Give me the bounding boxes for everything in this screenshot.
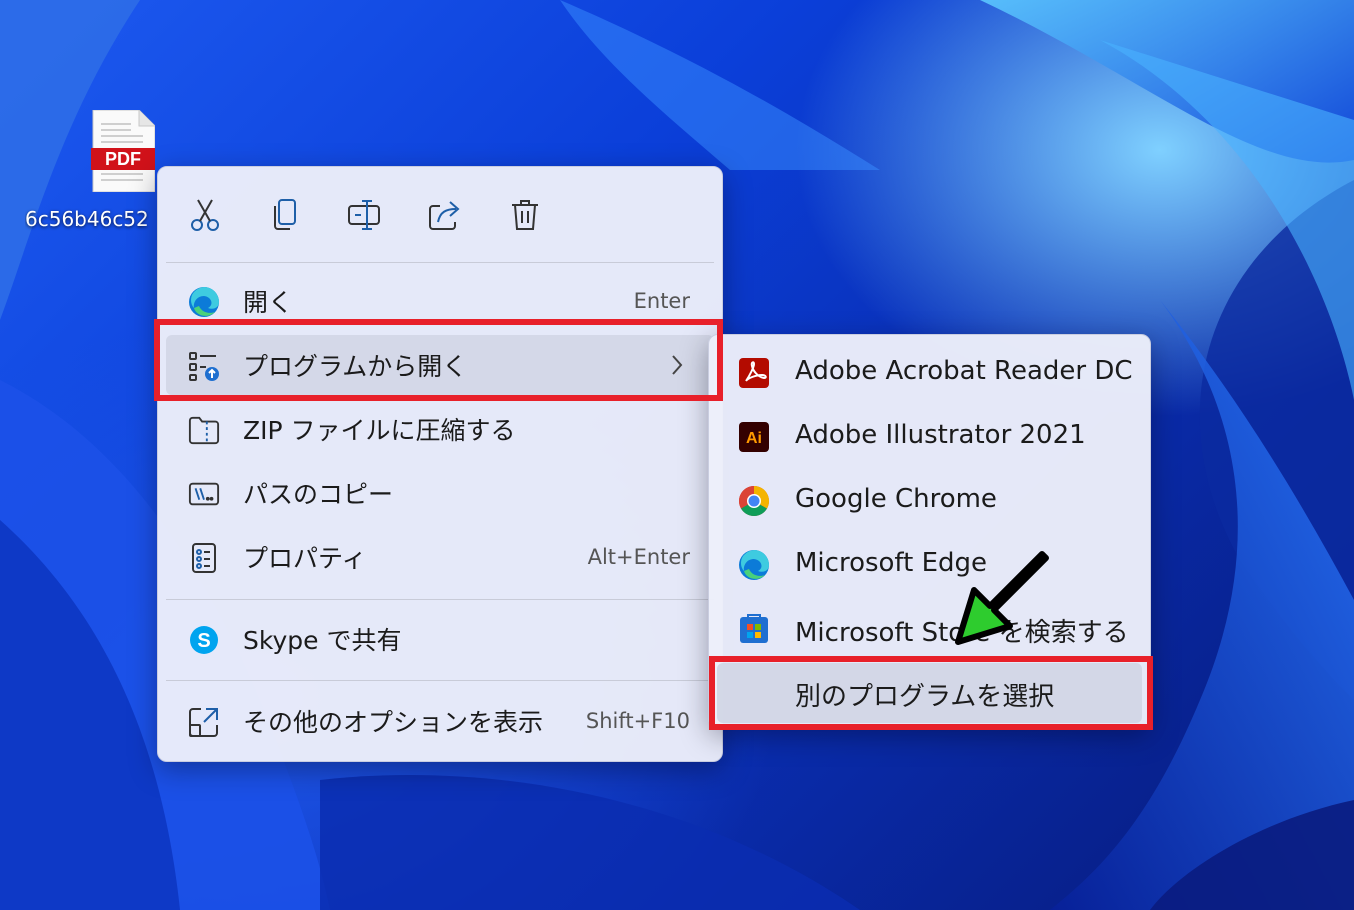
annotation-highlight-open-with (154, 319, 723, 401)
illustrator-icon: Ai (739, 422, 769, 452)
submenu-item-store-search[interactable]: Microsoft Store を検索する (717, 599, 1142, 659)
pdf-badge: PDF (105, 149, 141, 169)
context-menu-toolbar (158, 167, 722, 262)
cut-button[interactable] (185, 195, 225, 235)
delete-button[interactable] (505, 195, 545, 235)
delete-icon (512, 200, 538, 230)
svg-text:S: S (197, 630, 210, 652)
rename-icon (348, 200, 380, 230)
menu-item-shortcut: Shift+F10 (585, 709, 690, 733)
edge-icon (188, 286, 220, 318)
rename-button[interactable] (345, 195, 385, 235)
submenu-item-illustrator[interactable]: Ai Adobe Illustrator 2021 (717, 407, 1142, 467)
cut-icon (191, 199, 219, 231)
annotation-arrow-icon (955, 551, 1049, 645)
submenu-item-label: Adobe Illustrator 2021 (795, 420, 1086, 450)
skype-icon: S (188, 624, 220, 656)
menu-item-label: 開く (243, 288, 294, 317)
share-button[interactable] (425, 195, 465, 235)
chrome-icon (738, 486, 770, 517)
svg-text:Ai: Ai (746, 430, 762, 447)
menu-item-label: パスのコピー (243, 480, 394, 509)
store-icon (740, 614, 768, 643)
separator (166, 262, 714, 263)
copy-path-icon (188, 478, 220, 510)
menu-item-label: ZIP ファイルに圧縮する (243, 416, 516, 445)
properties-icon (188, 542, 220, 574)
edge-icon (739, 550, 769, 580)
context-menu: 開く Enter プログラムから開く ZIP ファイルに圧縮する パスのコピー … (157, 166, 723, 762)
submenu-item-acrobat[interactable]: Adobe Acrobat Reader DC (717, 343, 1142, 403)
zip-folder-icon (188, 414, 220, 446)
annotation-highlight-choose-app (709, 656, 1153, 730)
desktop-file-label: 6c56b46c52 (25, 207, 149, 231)
more-options-icon (188, 706, 220, 738)
acrobat-icon (739, 358, 769, 388)
share-icon (429, 201, 460, 230)
menu-item-label: その他のオプションを表示 (243, 708, 544, 737)
desktop: PDF 6c56b46c52 開く Enter プログラムから開く ZIP ファ… (0, 0, 1354, 910)
menu-item-more-options[interactable]: その他のオプションを表示 Shift+F10 (166, 691, 714, 751)
menu-item-share-skype[interactable]: S Skype で共有 (166, 609, 714, 669)
submenu-item-label: Google Chrome (795, 484, 997, 514)
copy-button[interactable] (265, 195, 305, 235)
submenu-item-label: Adobe Acrobat Reader DC (795, 356, 1133, 386)
desktop-file-item[interactable]: PDF 6c56b46c52 (25, 105, 160, 245)
separator (166, 599, 714, 600)
menu-item-shortcut: Alt+Enter (587, 545, 690, 569)
copy-icon (274, 199, 296, 230)
menu-item-shortcut: Enter (633, 289, 690, 313)
menu-item-compress-zip[interactable]: ZIP ファイルに圧縮する (166, 399, 714, 459)
submenu-item-edge[interactable]: Microsoft Edge (717, 535, 1142, 595)
menu-item-label: Skype で共有 (243, 626, 402, 655)
separator (166, 680, 714, 681)
menu-item-copy-path[interactable]: パスのコピー (166, 463, 714, 523)
menu-item-properties[interactable]: プロパティ Alt+Enter (166, 527, 714, 587)
submenu-item-chrome[interactable]: Google Chrome (717, 471, 1142, 531)
pdf-file-icon: PDF (91, 110, 155, 192)
menu-item-label: プロパティ (243, 544, 367, 573)
